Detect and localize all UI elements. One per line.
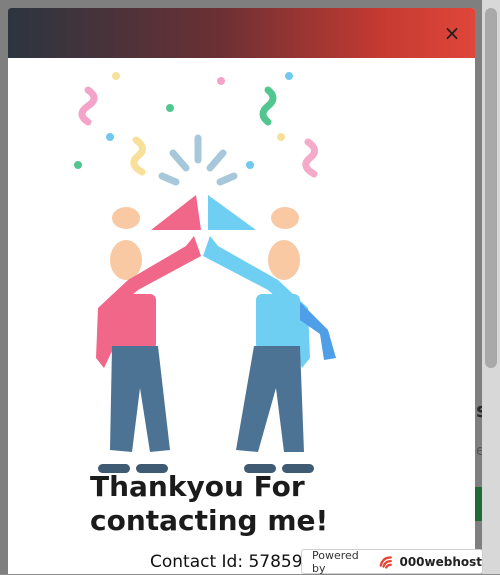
contact-id-label: Contact Id: [150,552,244,572]
powered-by-text: Powered by [312,548,359,575]
thankyou-modal: × Thankyou For contacting me! Contact Id… [8,8,475,574]
high-five-illustration [74,72,336,473]
hands-fragment-icon [112,195,299,230]
powered-by-badge[interactable]: Powered by 000webhost [301,548,483,575]
close-button[interactable]: × [441,22,463,44]
thankyou-heading: Thankyou For contacting me! [90,470,329,537]
confetti-icon [74,72,318,186]
page-scrollbar[interactable] [482,0,500,574]
scrollbar-thumb[interactable] [485,8,497,368]
left-person-icon [96,236,201,473]
webhost-logo-icon [379,555,392,569]
right-person-icon [203,236,336,473]
webhost-brand-name: 000webhost [399,554,482,569]
modal-header: × [8,8,475,58]
